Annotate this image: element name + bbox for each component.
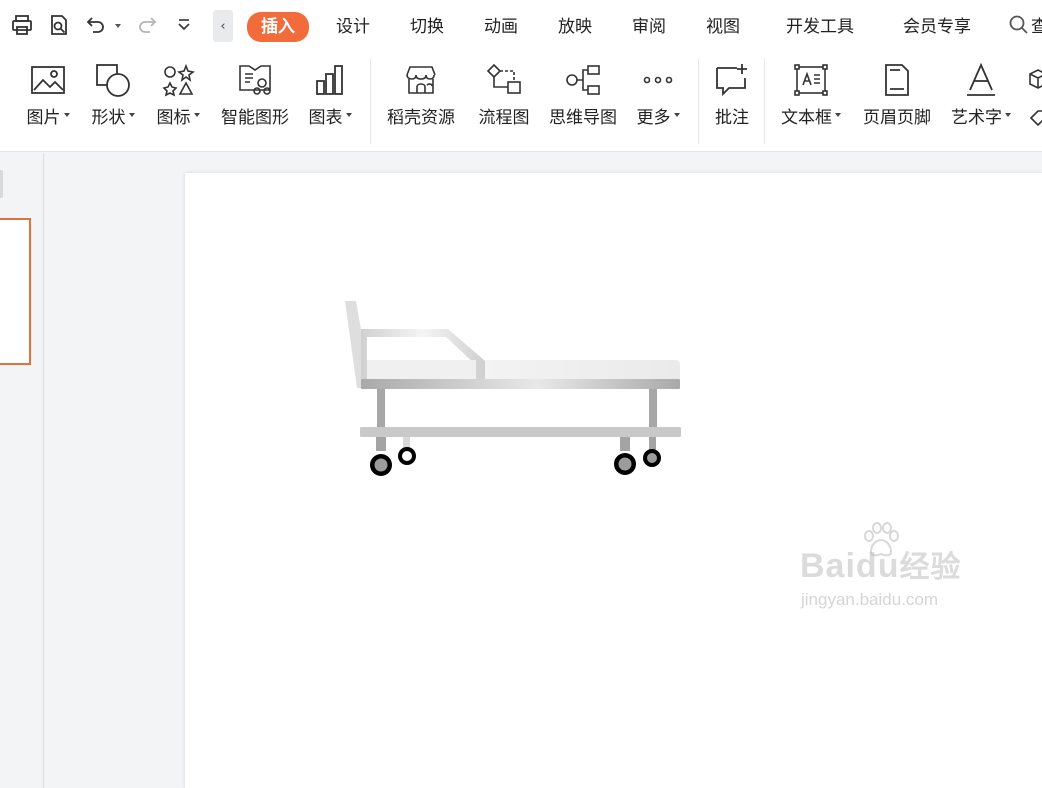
header-footer-label: 页眉页脚 bbox=[863, 108, 931, 128]
icon-library-icon bbox=[158, 60, 198, 100]
more-button[interactable]: 更多 bbox=[630, 58, 686, 138]
tab-member[interactable]: 会员专享 bbox=[903, 13, 971, 41]
ribbon-separator bbox=[698, 58, 699, 144]
editing-canvas bbox=[45, 153, 1042, 788]
ribbon-separator bbox=[764, 58, 765, 144]
shape-label: 形状 bbox=[91, 108, 126, 128]
slide-thumbnail-panel bbox=[0, 153, 44, 788]
textbox-button[interactable]: 文本框 bbox=[774, 58, 848, 138]
slide-thumbnail-1[interactable] bbox=[0, 218, 31, 365]
insert-icon-button[interactable]: 图标 bbox=[148, 58, 208, 138]
collapse-tabs-button[interactable]: ‹ bbox=[213, 10, 233, 42]
flowchart-button[interactable]: 流程图 bbox=[472, 58, 536, 138]
tab-view[interactable]: 视图 bbox=[706, 13, 740, 41]
search-label[interactable]: 查找 bbox=[1031, 13, 1042, 41]
smart-art-label: 智能图形 bbox=[221, 108, 289, 128]
comment-icon bbox=[712, 60, 752, 100]
tab-animation[interactable]: 动画 bbox=[484, 13, 518, 41]
wordart-icon bbox=[961, 60, 1001, 100]
tab-insert[interactable]: 插入 bbox=[247, 12, 309, 42]
watermark-logo: Baidu经验 bbox=[800, 542, 961, 586]
tag-icon bbox=[1028, 108, 1042, 132]
header-footer-icon bbox=[877, 60, 917, 100]
3d-model-button[interactable] bbox=[1026, 58, 1042, 138]
comment-label: 批注 bbox=[715, 108, 749, 128]
tab-slideshow[interactable]: 放映 bbox=[558, 13, 592, 41]
watermark-brand: Bai bbox=[800, 547, 856, 585]
comment-button[interactable]: 批注 bbox=[706, 58, 758, 138]
textbox-icon bbox=[791, 60, 831, 100]
icon-label: 图标 bbox=[156, 108, 191, 128]
watermark-brand-cn: 经验 bbox=[899, 551, 962, 584]
docer-resources-button[interactable]: 稻壳资源 bbox=[381, 58, 461, 138]
chart-label: 图表 bbox=[308, 108, 343, 128]
smart-art-icon bbox=[235, 60, 275, 100]
slide[interactable] bbox=[185, 173, 1042, 788]
cube-icon bbox=[1028, 68, 1042, 94]
watermark-url: jingyan.baidu.com bbox=[801, 590, 939, 609]
hospital-bed-graphic[interactable] bbox=[340, 293, 685, 483]
menubar: ‹ 插入 设计 切换 动画 放映 审阅 视图 开发工具 会员专享 查找 bbox=[0, 0, 1042, 52]
print-icon[interactable] bbox=[8, 11, 36, 39]
ribbon-toolbar: 图片 形状 图标 智能图形 图表 稻壳资源 流程图 思维导图 更多 批注 文本框… bbox=[0, 52, 1042, 152]
watermark-brand-2: du bbox=[855, 547, 900, 585]
wordart-button[interactable]: 艺术字 bbox=[944, 58, 1018, 138]
mindmap-button[interactable]: 思维导图 bbox=[543, 58, 623, 138]
wordart-label: 艺术字 bbox=[951, 108, 1002, 128]
mindmap-icon bbox=[563, 60, 603, 100]
smart-art-button[interactable]: 智能图形 bbox=[216, 58, 294, 138]
header-footer-button[interactable]: 页眉页脚 bbox=[856, 58, 938, 138]
picture-label: 图片 bbox=[26, 108, 61, 128]
insert-shape-button[interactable]: 形状 bbox=[83, 58, 143, 138]
search-icon[interactable] bbox=[1008, 14, 1030, 40]
panel-tab[interactable] bbox=[0, 170, 3, 198]
store-icon bbox=[401, 60, 441, 100]
undo-icon[interactable] bbox=[82, 11, 110, 39]
undo-dropdown-icon[interactable] bbox=[115, 24, 121, 28]
mindmap-label: 思维导图 bbox=[549, 108, 617, 128]
insert-picture-button[interactable]: 图片 bbox=[18, 58, 78, 138]
shapes-icon bbox=[93, 60, 133, 100]
more-icon bbox=[638, 60, 678, 100]
tab-developer[interactable]: 开发工具 bbox=[786, 13, 854, 41]
tab-review[interactable]: 审阅 bbox=[632, 13, 666, 41]
customize-toolbar-icon[interactable] bbox=[170, 11, 198, 39]
insert-chart-button[interactable]: 图表 bbox=[300, 58, 360, 138]
flowchart-icon bbox=[484, 60, 524, 100]
print-preview-icon[interactable] bbox=[45, 11, 73, 39]
baidu-watermark: Baidu经验 jingyan.baidu.com bbox=[753, 522, 993, 622]
ribbon-separator bbox=[370, 58, 371, 144]
image-icon bbox=[28, 60, 68, 100]
redo-icon[interactable] bbox=[133, 11, 161, 39]
bar-chart-icon bbox=[310, 60, 350, 100]
flowchart-label: 流程图 bbox=[478, 108, 530, 128]
tab-design[interactable]: 设计 bbox=[336, 13, 370, 41]
tab-transition[interactable]: 切换 bbox=[410, 13, 444, 41]
more-label: 更多 bbox=[636, 108, 671, 128]
docer-label: 稻壳资源 bbox=[387, 108, 455, 128]
textbox-label: 文本框 bbox=[781, 108, 832, 128]
